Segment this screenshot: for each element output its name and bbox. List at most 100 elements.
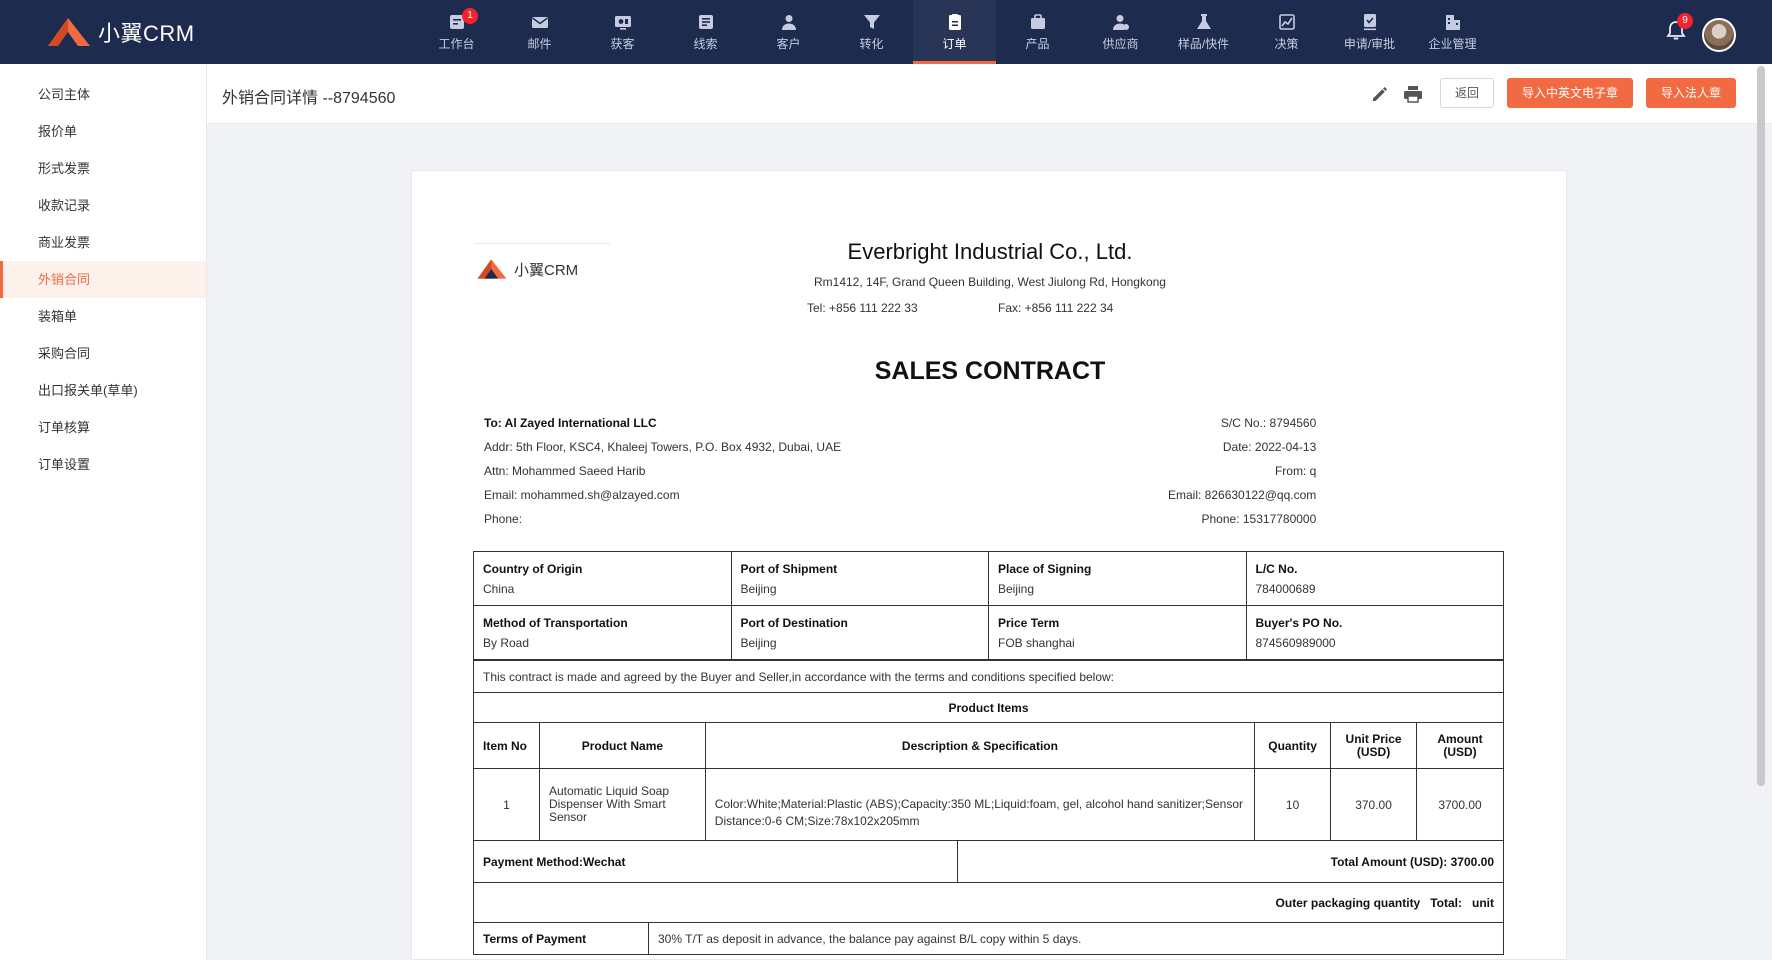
back-button[interactable]: 返回 [1440,78,1495,108]
user-avatar[interactable] [1702,18,1736,52]
page-header: 外销合同详情 --8794560 返回 导入中英文电子章 导入法人章 [207,64,1772,124]
nav-label: 订单 [942,36,967,51]
sc-number: S/C No.: 8794560 [1220,416,1317,430]
nav-item-decision[interactable]: 决策 [1245,0,1328,64]
sidebar-item-quotation[interactable]: 报价单 [0,113,206,150]
company-fax: Fax: +856 111 222 34 [998,301,1114,315]
customer-icon [781,14,796,30]
nav-label: 样品/快件 [1177,36,1230,51]
col-header-unit-price: Unit Price (USD) [1330,722,1418,769]
chart-icon [1278,13,1295,30]
notification-count-badge: 9 [1677,13,1693,29]
seller-email: Email: 826630122@qq.com [1168,488,1317,502]
col-header-product-name: Product Name [538,722,706,769]
page-title: 外销合同详情 --8794560 [222,90,396,107]
payment-method: Payment Method:Wechat [473,840,958,883]
sidebar-item-purchase-contract[interactable]: 采购合同 [0,335,206,372]
col-header-description: Description & Specification [704,722,1256,769]
contract-table: Country of Origin China Port of Shipment B… [473,551,1504,660]
nav-item-acquire[interactable]: 获客 [581,0,664,64]
info-key: Buyer's PO No. [1255,615,1343,630]
nav-item-clue[interactable]: 线索 [664,0,747,64]
terms-of-payment-value: 30% T/T as deposit in advance, the balan… [648,922,1504,955]
nav-item-supplier[interactable]: 供应商 [1079,0,1162,64]
printer-icon [1404,86,1422,103]
sidebar-item-proforma-invoice[interactable]: 形式发票 [0,150,206,187]
info-row: Method of Transportation By Road Port of … [473,605,1504,660]
mail-icon [531,16,548,28]
acquire-icon [614,15,631,30]
buyer-attn: Attn: Mohammed Saeed Harib [484,464,646,478]
nav-label: 申请/审批 [1343,36,1396,51]
product-items-table: Item No Product Name Description & Speci… [473,722,1504,841]
nav-label: 工作台 [438,36,475,51]
product-description: Color:White;Material:Plastic (ABS);Capac… [704,768,1256,841]
info-value: China [483,581,515,596]
approve-icon [1363,13,1376,30]
sidebar-item-sales-contract[interactable]: 外销合同 [0,261,206,298]
totals-table: Payment Method:Wechat Total Amount (USD)… [473,840,1505,923]
terms-table: This contract is made and agreed by the … [473,660,1504,723]
nav-item-order[interactable]: 订单 [913,0,996,64]
vertical-scrollbar[interactable] [1757,66,1765,786]
import-cn-en-seal-button[interactable]: 导入中英文电子章 [1507,78,1634,108]
col-header-amount: Amount (USD) [1416,722,1504,769]
nav-label: 获客 [610,36,635,51]
nav-item-enterprise[interactable]: 企业管理 [1411,0,1494,64]
total-amount: Total Amount (USD): 3700.00 [956,840,1505,883]
contract-date: Date: 2022-04-13 [1222,440,1317,454]
info-value: Beijing [998,581,1035,596]
clue-icon [698,14,713,29]
info-cell: Buyer's PO No. 874560989000 [1245,605,1504,660]
sidebar-item-company-entity[interactable]: 公司主体 [0,76,206,113]
nav-label: 产品 [1025,36,1050,51]
info-value: Beijing [740,581,777,596]
info-key: Place of Signing [998,561,1092,576]
product-icon [1030,13,1045,29]
nav-item-convert[interactable]: 转化 [830,0,913,64]
nav-item-workbench[interactable]: 1 工作台 [415,0,498,64]
sidebar-item-export-declaration[interactable]: 出口报关单(草单) [0,372,206,409]
nav-item-mail[interactable]: 邮件 [498,0,581,64]
nav-item-approval[interactable]: 申请/审批 [1328,0,1411,64]
info-key: Country of Origin [483,561,583,576]
sidebar-item-packing-list[interactable]: 装箱单 [0,298,206,335]
sidebar-item-payment-records[interactable]: 收款记录 [0,187,206,224]
company-tel: Tel: +856 111 222 33 [807,301,918,315]
payment-terms-table: Terms of Payment 30% T/T as deposit in a… [473,922,1504,955]
nav-label: 供应商 [1102,36,1139,51]
info-key: Price Term [998,615,1060,630]
info-cell: L/C No. 784000689 [1245,551,1504,606]
nav-item-customer[interactable]: 客户 [747,0,830,64]
supplier-icon [1112,14,1129,30]
edit-button[interactable] [1370,84,1392,106]
info-cell: Country of Origin China [473,551,732,606]
agreement-text: This contract is made and agreed by the … [473,660,1504,693]
info-row: Country of Origin China Port of Shipment B… [473,551,1504,606]
nav-item-product[interactable]: 产品 [996,0,1079,64]
sidebar-item-commercial-invoice[interactable]: 商业发票 [0,224,206,261]
info-value: Beijing [740,635,777,650]
product-name: Automatic Liquid Soap Dispenser With Sma… [538,768,706,841]
sales-contract-document: 小翼CRM Everbright Industrial Co., Ltd. Rm… [411,170,1567,960]
outer-packaging-quantity: Outer packaging quantity Total: unit [473,882,1504,923]
nav-label: 企业管理 [1428,36,1477,51]
buyer-info: To: Al Zayed International LLC Addr: 5th… [484,411,841,531]
info-cell: Price Term FOB shanghai [988,605,1247,660]
building-icon [1445,14,1460,30]
sidebar-item-order-accounting[interactable]: 订单核算 [0,409,206,446]
sidebar-item-order-settings[interactable]: 订单设置 [0,446,206,483]
import-legal-seal-button[interactable]: 导入法人章 [1646,78,1737,108]
nav-item-sample[interactable]: 样品/快件 [1162,0,1245,64]
nav-label: 转化 [859,36,884,51]
nav-label: 线索 [693,36,718,51]
table-header-row: Item No Product Name Description & Speci… [473,722,1504,769]
info-value: By Road [483,635,530,650]
notifications-button[interactable]: 9 [1665,13,1693,44]
app-logo[interactable]: 小翼CRM [46,14,195,50]
seller-info: S/C No.: 8794560 Date: 2022-04-13 From: … [1168,411,1316,531]
info-key: Method of Transportation [483,615,628,630]
info-value: 784000689 [1255,581,1316,596]
item-unit-price: 370.00 [1330,768,1418,841]
print-button[interactable] [1403,84,1425,106]
